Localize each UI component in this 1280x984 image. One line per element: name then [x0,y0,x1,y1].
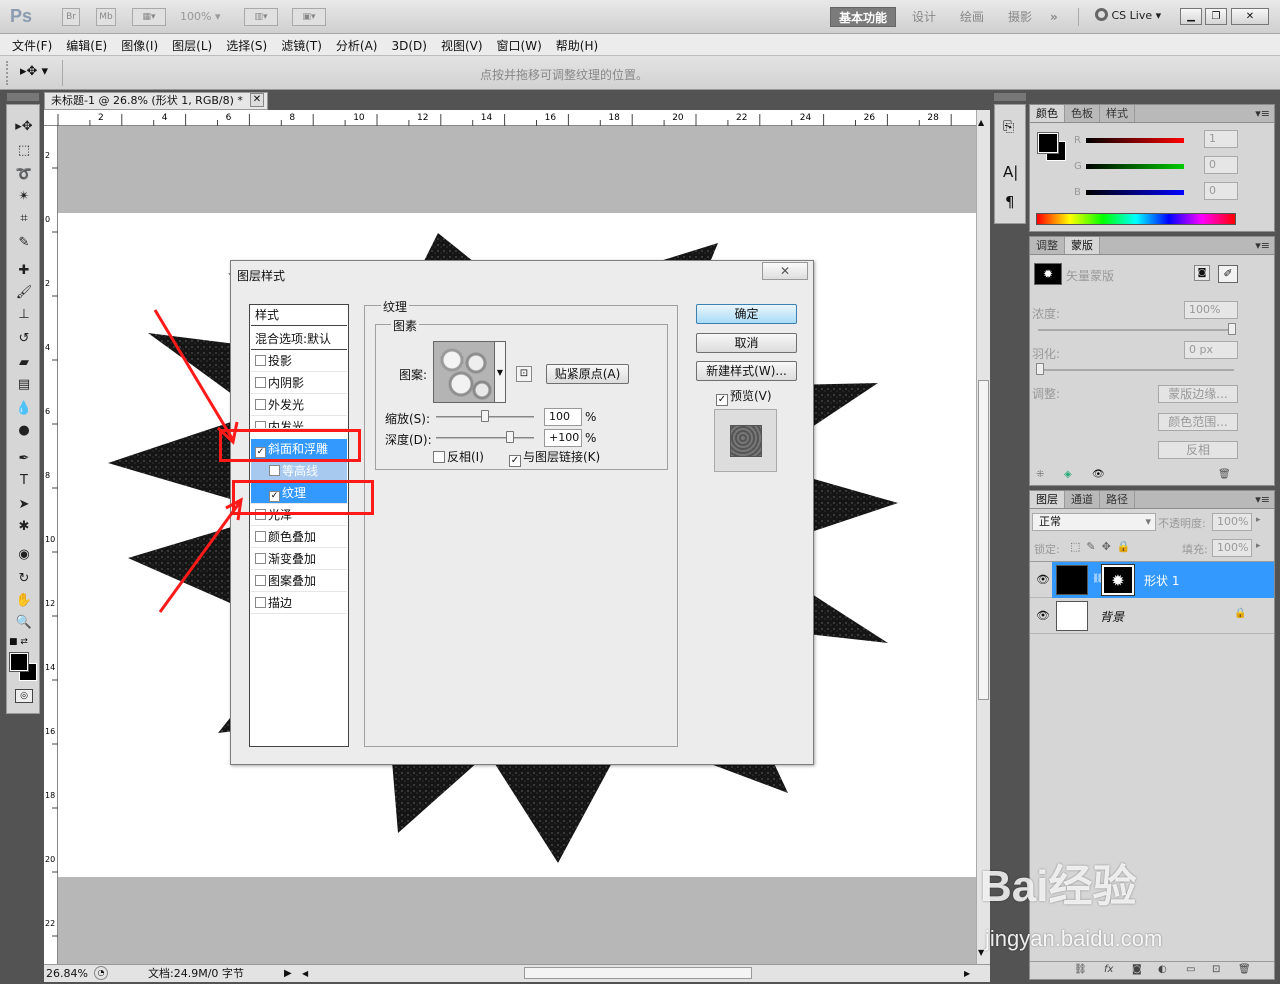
masks-panel: 调整 蒙版 ▾≡ ✹ 矢量蒙版 ◙ ✐ 浓度: 100% 羽化: 0 px 调整: … [1029,236,1275,486]
color-foreground-swatch[interactable] [1037,132,1059,154]
layers-list: 👁 ⛓ ✹ 形状 1 👁 背景 🔒 [1030,561,1274,637]
link-layers-icon[interactable]: ⛓ [1074,964,1087,975]
fill-label: 填充: [1182,543,1208,556]
tab-color[interactable]: 颜色 [1030,105,1065,122]
layer-row-shape[interactable]: 👁 ⛓ ✹ 形状 1 [1030,562,1274,598]
refine-label: 调整: [1032,387,1061,401]
paragraph-panel-icon[interactable]: ¶ [1005,193,1015,211]
feather-slider[interactable] [1038,369,1234,371]
color-panel-tabs: 颜色 色板 样式 ▾≡ [1030,105,1274,123]
density-slider[interactable] [1038,329,1234,331]
invert-mask-button[interactable]: 反相 [1158,441,1238,459]
layer-row-background[interactable]: 👁 背景 🔒 [1030,598,1274,634]
channel-g-label: G [1074,161,1082,172]
layers-panel-footer: ⛓ fx ◙ ◐ ▭ ⊡ 🗑 [1030,961,1274,979]
baidu-watermark-url: jingyan.baidu.com [985,926,1163,951]
tab-layers[interactable]: 图层 [1030,491,1065,508]
toggle-mask-visibility-icon[interactable]: 👁 [1092,469,1105,480]
baidu-watermark-logo: Bai经验 [980,862,1137,911]
color-panel: 颜色 色板 样式 ▾≡ R 1 G 0 B 0 [1029,104,1275,232]
vector-mask-thumbnail: ✹ [1034,263,1062,285]
lock-icons[interactable]: ⬚✎✥🔒 [1070,540,1137,553]
layers-panel-tabs: 图层 通道 路径 ▾≡ [1030,491,1274,509]
apply-mask-icon[interactable]: ◈ [1064,469,1072,480]
new-layer-icon[interactable]: ⊡ [1212,964,1220,975]
add-mask-icon[interactable]: ◙ [1132,964,1142,975]
character-panel-icon[interactable]: A| [1003,163,1018,181]
layer-vector-mask-thumbnail[interactable]: ✹ [1101,564,1135,596]
channel-b-label: B [1074,187,1081,198]
history-panel-icon[interactable]: ⎘ [1003,119,1014,135]
tab-channels[interactable]: 通道 [1065,491,1100,508]
layer-name[interactable]: 形状 1 [1144,572,1179,589]
layer-lock-icon: 🔒 [1234,608,1247,619]
layer-visibility-eye-icon[interactable]: 👁 [1036,573,1050,586]
feather-input[interactable]: 0 px [1184,341,1238,359]
density-label: 浓度: [1032,307,1061,321]
tab-paths[interactable]: 路径 [1100,491,1135,508]
layer-fill-thumbnail[interactable] [1056,565,1088,595]
mini-dock: ⎘ A| ¶ [994,104,1026,224]
delete-layer-icon[interactable]: 🗑 [1238,964,1251,975]
adjustment-layer-icon[interactable]: ◐ [1158,964,1167,975]
mini-dock-header[interactable] [994,93,1026,101]
layer-thumbnail[interactable] [1056,601,1088,631]
masks-panel-menu-icon[interactable]: ▾≡ [1255,237,1270,254]
layer-visibility-eye-icon[interactable]: 👁 [1036,609,1050,622]
mask-edge-button[interactable]: 蒙版边缘... [1158,385,1238,403]
masks-panel-tabs: 调整 蒙版 ▾≡ [1030,237,1274,255]
new-group-icon[interactable]: ▭ [1186,964,1195,975]
density-slider-thumb[interactable] [1228,323,1236,335]
opacity-input[interactable]: 100% [1212,513,1252,531]
color-range-button[interactable]: 颜色范围... [1158,413,1238,431]
load-selection-icon[interactable]: ⁜ [1036,469,1044,480]
mask-type-label: 矢量蒙版 [1066,269,1115,283]
layers-panel-menu-icon[interactable]: ▾≡ [1255,491,1270,508]
fill-arrow-icon[interactable]: ▸ [1256,541,1261,551]
channel-b-slider[interactable] [1086,190,1184,195]
color-panel-menu-icon[interactable]: ▾≡ [1255,105,1270,122]
feather-slider-thumb[interactable] [1036,363,1044,375]
tab-masks[interactable]: 蒙版 [1065,237,1100,254]
lock-label: 锁定: [1034,543,1060,556]
tab-styles[interactable]: 样式 [1100,105,1135,122]
tab-swatches[interactable]: 色板 [1065,105,1100,122]
opacity-label: 不透明度: [1158,517,1206,530]
channel-r-slider[interactable] [1086,138,1184,143]
delete-mask-icon[interactable]: 🗑 [1218,469,1231,480]
chevron-down-icon: ▾ [1145,515,1151,528]
color-spectrum-bar[interactable] [1036,213,1236,225]
channel-b-input[interactable]: 0 [1204,182,1238,200]
pixel-mask-icon[interactable]: ◙ [1194,265,1210,281]
channel-g-input[interactable]: 0 [1204,156,1238,174]
vector-mask-icon[interactable]: ✐ [1218,265,1238,283]
layer-name[interactable]: 背景 [1100,608,1124,625]
layer-effects-icon[interactable]: fx [1104,964,1113,975]
channel-g-slider[interactable] [1086,164,1184,169]
channel-r-label: R [1074,135,1081,146]
fill-input[interactable]: 100% [1212,539,1252,557]
density-input[interactable]: 100% [1184,301,1238,319]
channel-r-input[interactable]: 1 [1204,130,1238,148]
blend-mode-select[interactable]: 正常 ▾ [1032,513,1156,531]
opacity-arrow-icon[interactable]: ▸ [1256,515,1261,525]
tab-adjustments[interactable]: 调整 [1030,237,1065,254]
feather-label: 羽化: [1032,347,1061,361]
